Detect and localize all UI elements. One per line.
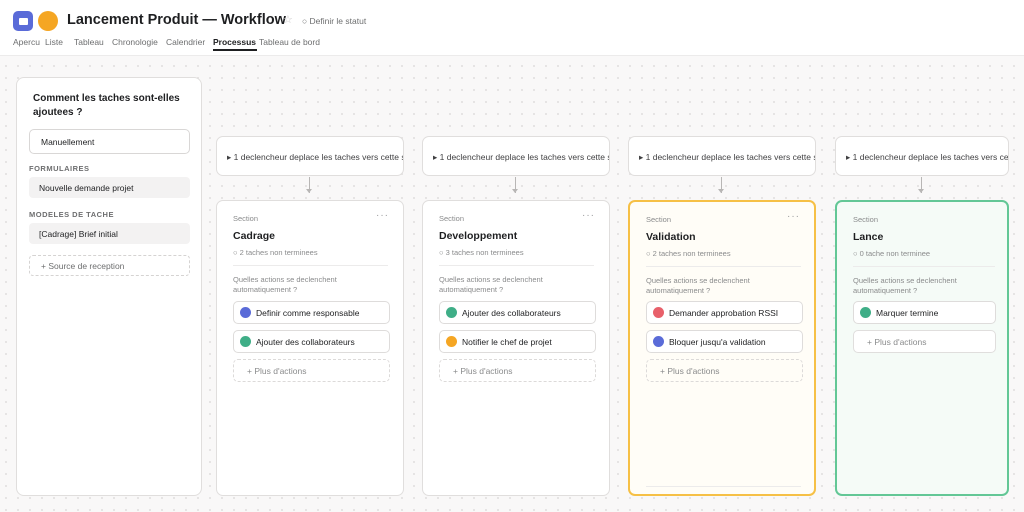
arrow-down-icon bbox=[918, 189, 924, 193]
section-label: Section bbox=[439, 214, 465, 223]
section-label: Section bbox=[853, 215, 879, 224]
section-card-developpement[interactable]: Section ··· Developpement ○ 3 taches non… bbox=[422, 200, 610, 496]
panel-question: Comment les taches sont-elles ajoutees ? bbox=[33, 93, 180, 118]
more-actions-button[interactable]: + Plus d'actions bbox=[439, 359, 596, 382]
mode-select[interactable]: Manuellement bbox=[29, 129, 190, 154]
action-dot-icon bbox=[653, 307, 664, 318]
divider bbox=[646, 266, 801, 267]
actions-question: Quelles actions se declenchent automatiq… bbox=[233, 275, 337, 294]
divider bbox=[853, 266, 995, 267]
more-actions-button[interactable]: + Plus d'actions bbox=[646, 359, 803, 382]
more-actions-button[interactable]: + Plus d'actions bbox=[853, 330, 996, 353]
actions-question: Quelles actions se declenchent automatiq… bbox=[853, 276, 957, 295]
status-button[interactable]: ○ Definir le statut bbox=[302, 16, 366, 26]
action-item[interactable]: Demander approbation RSSI bbox=[646, 301, 803, 324]
star-icon[interactable]: ☆ bbox=[283, 13, 293, 26]
action-label: Ajouter des collaborateurs bbox=[256, 337, 355, 347]
tab-liste[interactable]: Liste bbox=[45, 37, 63, 47]
forms-label: FORMULAIRES bbox=[29, 164, 90, 173]
actions-question: Quelles actions se declenchent automatiq… bbox=[439, 275, 543, 294]
tab-apercu[interactable]: Apercu bbox=[13, 37, 40, 47]
more-options-icon[interactable]: ··· bbox=[582, 210, 595, 221]
task-count: ○ 0 tache non terminee bbox=[853, 249, 931, 258]
tab-tableau-de-bord[interactable]: Tableau de bord bbox=[259, 37, 320, 47]
section-title: Cadrage bbox=[233, 230, 276, 242]
template-item[interactable]: [Cadrage] Brief initial bbox=[29, 223, 190, 244]
section-label: Section bbox=[646, 215, 672, 224]
more-options-icon[interactable]: ··· bbox=[787, 211, 800, 222]
tab-calendrier[interactable]: Calendrier bbox=[166, 37, 205, 47]
section-card-cadrage[interactable]: Section ··· Cadrage ○ 2 taches non termi… bbox=[216, 200, 404, 496]
task-count: ○ 2 taches non terminees bbox=[646, 249, 731, 258]
action-label: Demander approbation RSSI bbox=[669, 308, 779, 318]
section-title: Validation bbox=[646, 231, 696, 243]
arrow-down-icon bbox=[718, 189, 724, 193]
section-title: Lance bbox=[853, 231, 884, 243]
avatar[interactable] bbox=[38, 11, 58, 31]
project-board-icon[interactable] bbox=[13, 11, 33, 31]
action-item[interactable]: Ajouter des collaborateurs bbox=[439, 301, 596, 324]
action-dot-icon bbox=[446, 307, 457, 318]
arrow-down-icon bbox=[512, 189, 518, 193]
action-item[interactable]: Marquer termine bbox=[853, 301, 996, 324]
project-header: Lancement Produit — Workflow ☆ ○ Definir… bbox=[0, 0, 1024, 56]
tab-processus[interactable]: Processus bbox=[213, 37, 256, 47]
active-tab-indicator bbox=[213, 49, 257, 51]
form-item[interactable]: Nouvelle demande projet bbox=[29, 177, 190, 198]
action-item[interactable]: Bloquer jusqu'a validation bbox=[646, 330, 803, 353]
project-title: Lancement Produit — Workflow bbox=[67, 12, 286, 28]
templates-label: MODELES DE TACHE bbox=[29, 210, 114, 219]
action-item[interactable]: Ajouter des collaborateurs bbox=[233, 330, 390, 353]
trigger-box[interactable]: ▸ 1 declencheur deplace les taches vers … bbox=[835, 136, 1009, 176]
task-source-panel: Comment les taches sont-elles ajoutees ?… bbox=[16, 77, 202, 496]
arrow-down-icon bbox=[306, 189, 312, 193]
action-label: Marquer termine bbox=[876, 308, 939, 318]
section-card-validation[interactable]: Section ··· Validation ○ 2 taches non te… bbox=[628, 200, 816, 496]
trigger-box[interactable]: ▸ 1 declencheur deplace les taches vers … bbox=[422, 136, 610, 176]
divider bbox=[439, 265, 594, 266]
action-item[interactable]: Definir comme responsable bbox=[233, 301, 390, 324]
action-dot-icon bbox=[653, 336, 664, 347]
section-card-lance[interactable]: Section Lance ○ 0 tache non terminee Que… bbox=[835, 200, 1009, 496]
action-label: Notifier le chef de projet bbox=[462, 337, 552, 347]
action-dot-icon bbox=[240, 307, 251, 318]
tab-tableau[interactable]: Tableau bbox=[74, 37, 104, 47]
action-dot-icon bbox=[860, 307, 871, 318]
action-dot-icon bbox=[446, 336, 457, 347]
section-label: Section bbox=[233, 214, 259, 223]
action-item[interactable]: Notifier le chef de projet bbox=[439, 330, 596, 353]
action-label: Bloquer jusqu'a validation bbox=[669, 337, 766, 347]
actions-question: Quelles actions se declenchent automatiq… bbox=[646, 276, 750, 295]
more-options-icon[interactable]: ··· bbox=[376, 210, 389, 221]
add-source-button[interactable]: + Source de reception bbox=[29, 255, 190, 276]
action-dot-icon bbox=[240, 336, 251, 347]
trigger-box[interactable]: ▸ 1 declencheur deplace les taches vers … bbox=[628, 136, 816, 176]
divider bbox=[233, 265, 388, 266]
action-label: Ajouter des collaborateurs bbox=[462, 308, 561, 318]
task-count: ○ 3 taches non terminees bbox=[439, 248, 524, 257]
tab-chronologie[interactable]: Chronologie bbox=[112, 37, 158, 47]
task-count: ○ 2 taches non terminees bbox=[233, 248, 318, 257]
trigger-box[interactable]: ▸ 1 declencheur deplace les taches vers … bbox=[216, 136, 404, 176]
action-label: Definir comme responsable bbox=[256, 308, 360, 318]
divider bbox=[646, 486, 801, 487]
section-title: Developpement bbox=[439, 230, 518, 242]
more-actions-button[interactable]: + Plus d'actions bbox=[233, 359, 390, 382]
